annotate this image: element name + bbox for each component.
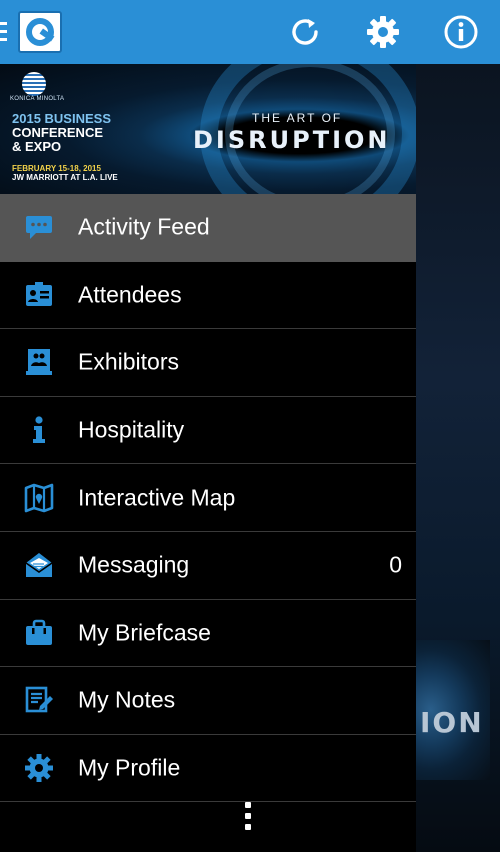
menu-item-label: Messaging [78,551,190,578]
menu-item-label: Hospitality [78,416,185,443]
map-icon [23,482,55,514]
menu-item-label: My Profile [78,754,181,781]
conference-banner: KONICA MINOLTA 2015 BUSINESS CONFERENCE … [0,64,416,194]
menu-item-my-notes[interactable]: My Notes [0,667,416,735]
menu-item-messaging[interactable]: Messaging 0 [0,531,416,600]
action-bar [0,0,500,64]
brand-name: KONICA MINOLTA [10,96,65,102]
conference-title: 2015 BUSINESS CONFERENCE & EXPO [12,111,111,154]
id-card-icon [23,279,55,311]
refresh-icon[interactable] [285,12,325,52]
menu-item-label: My Briefcase [78,619,211,646]
menu-item-label: Activity Feed [78,213,210,240]
menu-item-label: My Notes [78,686,176,713]
info-icon [23,414,55,446]
conference-date: FEBRUARY 15-18, 2015 JW MARRIOTT AT L.A.… [12,164,118,182]
info-icon[interactable] [441,12,481,52]
settings-icon[interactable] [363,12,403,52]
menu-item-attendees[interactable]: Attendees [0,261,416,330]
tagline-big: DISRUPTION [193,126,391,154]
app-logo[interactable] [18,11,62,53]
envelope-icon [23,549,55,581]
background-poster-text: ION [420,706,484,739]
menu-item-my-briefcase[interactable]: My Briefcase [0,599,416,668]
menu-item-exhibitors[interactable]: Exhibitors [0,329,416,397]
menu-item-hospitality[interactable]: Hospitality [0,396,416,465]
menu-icon[interactable] [0,22,8,42]
gear-icon [23,752,55,784]
unread-count-badge: 0 [389,551,402,578]
menu-item-activity-feed[interactable]: Activity Feed [0,194,416,262]
chat-bubble-icon [23,211,55,243]
menu-item-interactive-map[interactable]: Interactive Map [0,464,416,532]
briefcase-icon [23,617,55,649]
menu-item-label: Interactive Map [78,484,236,511]
navigation-drawer: Activity Feed Attendees Exhibitors Hospi… [0,194,416,803]
exhibitor-booth-icon [23,346,55,378]
konica-minolta-logo [22,72,46,96]
more-options-icon[interactable] [244,802,252,836]
menu-item-label: Exhibitors [78,348,179,375]
menu-item-my-profile[interactable]: My Profile [0,734,416,803]
notes-icon [23,684,55,716]
tagline-small: THE ART OF [252,111,343,125]
menu-item-label: Attendees [78,281,182,308]
